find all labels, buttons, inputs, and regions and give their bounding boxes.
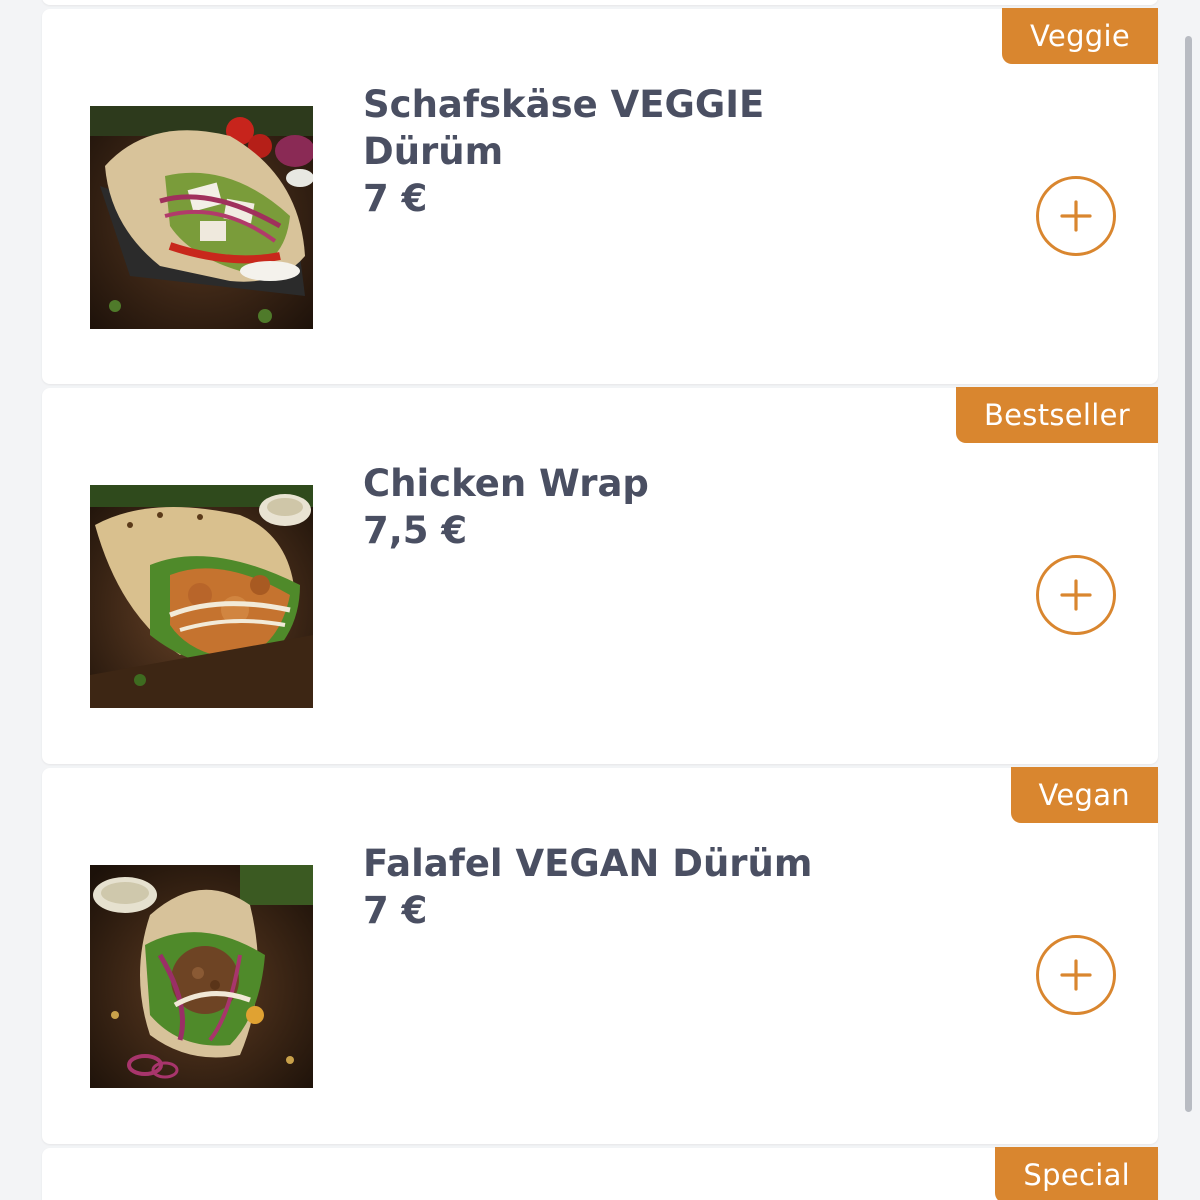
- category-tag: Vegan: [1010, 767, 1158, 823]
- item-title-continued: Dürüm: [363, 130, 504, 173]
- category-tag: Special: [995, 1147, 1158, 1200]
- category-tag: Bestseller: [955, 387, 1158, 443]
- item-title: Chicken Wrap: [363, 462, 649, 505]
- item-title: Schafskäse VEGGIE: [363, 83, 765, 126]
- plus-icon: [1060, 200, 1092, 232]
- add-to-cart-button[interactable]: [1036, 935, 1116, 1015]
- add-to-cart-button[interactable]: [1036, 176, 1116, 256]
- category-tag: Veggie: [1002, 8, 1158, 64]
- menu-item-card[interactable]: Veggie Schafskäse VEGGIE Dürüm 7 €: [42, 8, 1158, 384]
- vertical-scrollbar[interactable]: [1185, 36, 1192, 1112]
- plus-icon: [1060, 959, 1092, 991]
- menu-item-card[interactable]: Vegan Falafel VEGAN Dürüm 7 €: [42, 767, 1158, 1144]
- item-price: 7 €: [363, 177, 428, 220]
- item-price: 7,5 €: [363, 509, 468, 552]
- food-image: [90, 106, 313, 329]
- menu-item-card-previous: [42, 0, 1158, 5]
- food-image: [90, 865, 313, 1088]
- item-title: Falafel VEGAN Dürüm: [363, 842, 813, 885]
- add-to-cart-button[interactable]: [1036, 555, 1116, 635]
- menu-item-card[interactable]: Bestseller Chicken Wrap 7,5 €: [42, 387, 1158, 764]
- menu-list: Veggie Schafskäse VEGGIE Dürüm 7 € Bests…: [0, 0, 1200, 1200]
- item-price: 7 €: [363, 889, 428, 932]
- menu-item-card[interactable]: Special: [42, 1147, 1158, 1200]
- food-image: [90, 485, 313, 708]
- plus-icon: [1060, 579, 1092, 611]
